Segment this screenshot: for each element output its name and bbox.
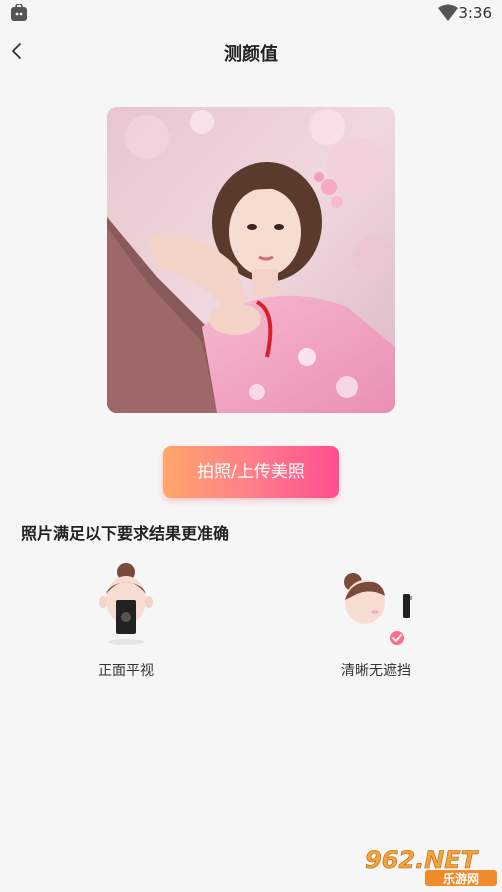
requirement-label: 清晰无遮挡 xyxy=(341,663,411,679)
watermark-text: 962.NET xyxy=(365,846,479,874)
requirements-heading: 照片满足以下要求结果更准确 xyxy=(21,524,230,543)
962-watermark-logo: 962.NET 乐游网 xyxy=(365,846,497,886)
status-time: 3:36 xyxy=(458,4,492,22)
sample-portrait-photo xyxy=(107,107,395,413)
upload-photo-button[interactable]: 拍照/上传美照 xyxy=(163,446,339,498)
wifi-icon xyxy=(438,4,458,21)
nav-bar: 测颜值 xyxy=(0,30,502,74)
requirement-label: 正面平视 xyxy=(98,663,154,679)
requirement-clear-unobstructed: 清晰无遮挡 xyxy=(306,560,446,680)
watermark-subtext: 乐游网 xyxy=(443,871,479,886)
front-face-phone-illustration xyxy=(99,563,153,645)
status-bar: 3:36 xyxy=(0,0,502,26)
side-face-check-illustration xyxy=(344,573,412,645)
page-title: 测颜值 xyxy=(224,44,278,65)
app-notification-icon xyxy=(11,4,27,21)
portrait-illustration xyxy=(107,107,395,413)
requirement-front-face: 正面平视 xyxy=(56,560,196,680)
